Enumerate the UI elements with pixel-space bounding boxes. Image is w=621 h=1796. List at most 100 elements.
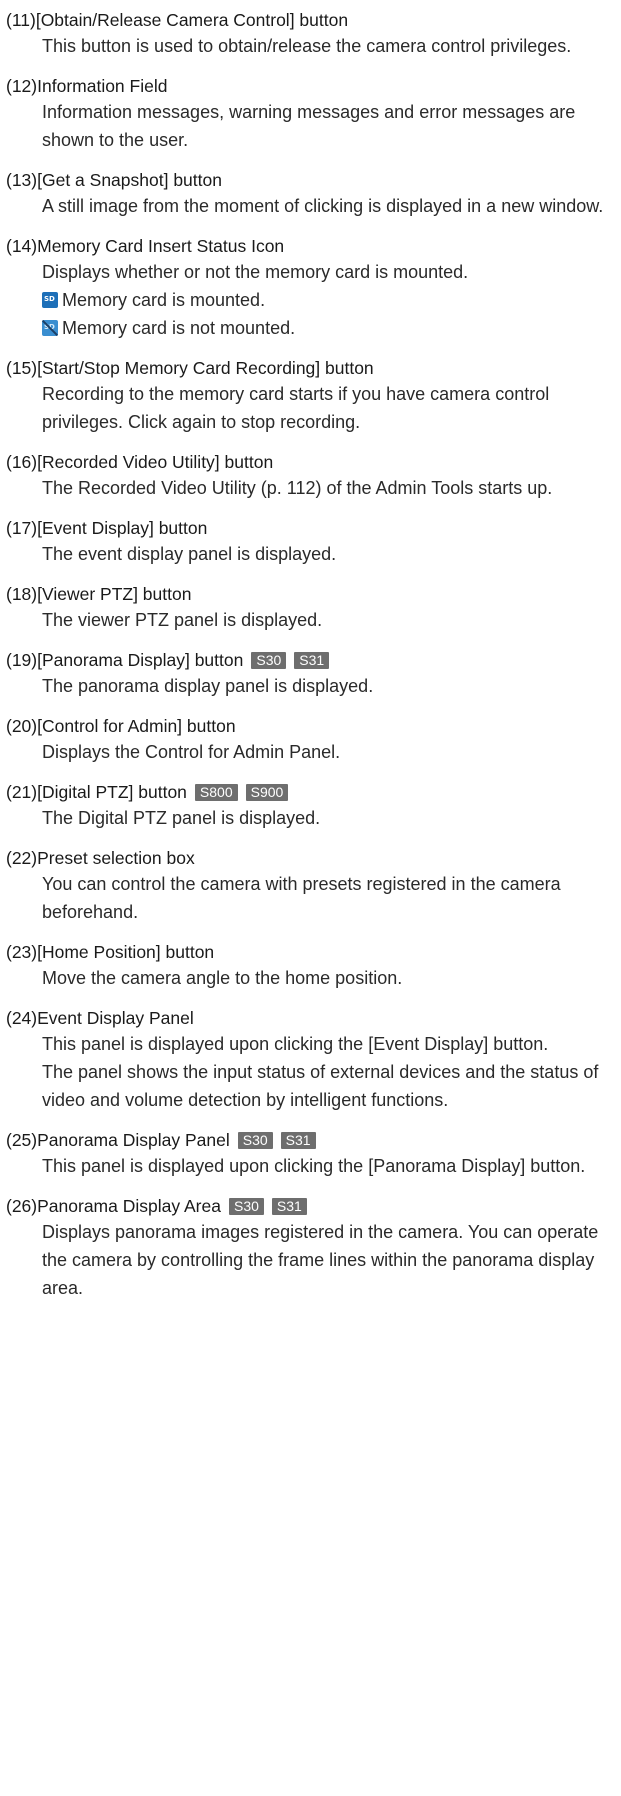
item-heading: (18)[Viewer PTZ] button bbox=[6, 582, 621, 606]
model-badge: S31 bbox=[280, 1132, 316, 1149]
model-tags: S800 S900 bbox=[187, 782, 289, 802]
item-title: [Digital PTZ] button bbox=[37, 782, 187, 802]
description-text: This panel is displayed upon clicking th… bbox=[42, 1034, 549, 1054]
item-title: [Control for Admin] button bbox=[37, 716, 236, 736]
description-text: The Digital PTZ panel is displayed. bbox=[42, 808, 321, 828]
model-badge: S30 bbox=[228, 1198, 264, 1215]
item-entry: (11)[Obtain/Release Camera Control] butt… bbox=[6, 8, 621, 60]
description-text: The panorama display panel is displayed. bbox=[42, 676, 374, 696]
item-description: The Recorded Video Utility (p. 112) of t… bbox=[42, 474, 621, 502]
item-entry: (21)[Digital PTZ] button S800 S900 The Digi… bbox=[6, 780, 621, 832]
icon-legend-text: Memory card is not mounted. bbox=[62, 318, 296, 338]
item-number: (14) bbox=[6, 236, 38, 256]
item-number: (15) bbox=[6, 358, 38, 378]
icon-legend-text: Memory card is mounted. bbox=[62, 290, 266, 310]
item-heading: (14)Memory Card Insert Status Icon bbox=[6, 234, 621, 258]
item-number: (26) bbox=[6, 1196, 38, 1216]
item-title: Preset selection box bbox=[37, 848, 195, 868]
item-description: Recording to the memory card starts if y… bbox=[42, 380, 621, 436]
item-number: (13) bbox=[6, 170, 38, 190]
item-title: [Get a Snapshot] button bbox=[37, 170, 222, 190]
item-title: Information Field bbox=[37, 76, 168, 96]
description-text: Recording to the memory card starts if y… bbox=[42, 384, 550, 432]
item-description: The viewer PTZ panel is displayed. bbox=[42, 606, 621, 634]
item-heading: (16)[Recorded Video Utility] button bbox=[6, 450, 621, 474]
item-heading: (17)[Event Display] button bbox=[6, 516, 621, 540]
item-number: (21) bbox=[6, 782, 38, 802]
item-entry: (19)[Panorama Display] button S30 S31 The p… bbox=[6, 648, 621, 700]
sd-card-mounted-icon bbox=[42, 292, 58, 308]
model-badge: S900 bbox=[245, 784, 289, 801]
item-description: Displays the Control for Admin Panel. bbox=[42, 738, 621, 766]
item-description: Move the camera angle to the home positi… bbox=[42, 964, 621, 992]
description-text: Displays panorama images registered in t… bbox=[42, 1222, 599, 1298]
item-heading: (12)Information Field bbox=[6, 74, 621, 98]
item-heading: (19)[Panorama Display] button S30 S31 bbox=[6, 648, 621, 672]
item-number: (18) bbox=[6, 584, 38, 604]
item-number: (17) bbox=[6, 518, 38, 538]
item-title: [Obtain/Release Camera Control] button bbox=[35, 10, 349, 30]
item-heading: (26)Panorama Display Area S30 S31 bbox=[6, 1194, 621, 1218]
item-heading: (15)[Start/Stop Memory Card Recording] b… bbox=[6, 356, 621, 380]
item-entry: (26)Panorama Display Area S30 S31 Displays … bbox=[6, 1194, 621, 1302]
item-number: (16) bbox=[6, 452, 38, 472]
item-heading: (23)[Home Position] button bbox=[6, 940, 621, 964]
item-entry: (16)[Recorded Video Utility] button The R… bbox=[6, 450, 621, 502]
item-description: The event display panel is displayed. bbox=[42, 540, 621, 568]
model-badge: S30 bbox=[237, 1132, 273, 1149]
description-text: Displays whether or not the memory card … bbox=[42, 262, 469, 282]
item-title: Panorama Display Panel bbox=[37, 1130, 230, 1150]
item-title: [Start/Stop Memory Card Recording] butto… bbox=[37, 358, 374, 378]
item-entry: (12)Information Field Information message… bbox=[6, 74, 621, 154]
description-text: This panel is displayed upon clicking th… bbox=[42, 1156, 586, 1176]
description-text: Displays the Control for Admin Panel. bbox=[42, 742, 341, 762]
item-description: This panel is displayed upon clicking th… bbox=[42, 1030, 621, 1114]
item-title: [Home Position] button bbox=[37, 942, 215, 962]
item-description: This button is used to obtain/release th… bbox=[42, 32, 621, 60]
icon-legend-line: Memory card is not mounted. bbox=[42, 314, 621, 342]
item-entry: (17)[Event Display] button The event disp… bbox=[6, 516, 621, 568]
description-text: Move the camera angle to the home positi… bbox=[42, 968, 403, 988]
item-number: (24) bbox=[6, 1008, 38, 1028]
item-title: Panorama Display Area bbox=[37, 1196, 221, 1216]
item-heading: (24)Event Display Panel bbox=[6, 1006, 621, 1030]
item-number: (23) bbox=[6, 942, 38, 962]
model-tags: S30 S31 bbox=[243, 650, 330, 670]
model-badge: S31 bbox=[294, 652, 330, 669]
item-number: (25) bbox=[6, 1130, 38, 1150]
item-entry: (13)[Get a Snapshot] button A still image… bbox=[6, 168, 621, 220]
item-number: (19) bbox=[6, 650, 38, 670]
item-title: Event Display Panel bbox=[37, 1008, 194, 1028]
description-text: The viewer PTZ panel is displayed. bbox=[42, 610, 323, 630]
item-entry: (25)Panorama Display Panel S30 S31 This pan… bbox=[6, 1128, 621, 1180]
item-heading: (22)Preset selection box bbox=[6, 846, 621, 870]
item-description: A still image from the moment of clickin… bbox=[42, 192, 621, 220]
description-text: You can control the camera with presets … bbox=[42, 874, 561, 922]
description-text: This button is used to obtain/release th… bbox=[42, 36, 572, 56]
item-description: Information messages, warning messages a… bbox=[42, 98, 621, 154]
item-title: [Viewer PTZ] button bbox=[37, 584, 192, 604]
description-text: The event display panel is displayed. bbox=[42, 544, 337, 564]
item-entry: (24)Event Display Panel This panel is dis… bbox=[6, 1006, 621, 1114]
description-text: The panel shows the input status of exte… bbox=[42, 1062, 599, 1110]
item-title: [Panorama Display] button bbox=[37, 650, 244, 670]
item-entry: (15)[Start/Stop Memory Card Recording] b… bbox=[6, 356, 621, 436]
model-tags: S30 S31 bbox=[230, 1130, 316, 1150]
description-text: A still image from the moment of clickin… bbox=[42, 196, 604, 216]
sd-card-not-mounted-icon bbox=[42, 320, 58, 336]
manual-page: (11)[Obtain/Release Camera Control] butt… bbox=[0, 0, 621, 1302]
item-number: (11) bbox=[6, 10, 36, 30]
item-heading: (13)[Get a Snapshot] button bbox=[6, 168, 621, 192]
item-description: You can control the camera with presets … bbox=[42, 870, 621, 926]
description-text: The Recorded Video Utility (p. 112) of t… bbox=[42, 478, 553, 498]
model-badge: S30 bbox=[251, 652, 287, 669]
item-entry: (18)[Viewer PTZ] button The viewer PTZ pa… bbox=[6, 582, 621, 634]
item-description: The Digital PTZ panel is displayed. bbox=[42, 804, 621, 832]
model-badge: S31 bbox=[271, 1198, 307, 1215]
item-entry: (22)Preset selection box You can control … bbox=[6, 846, 621, 926]
description-text: Information messages, warning messages a… bbox=[42, 102, 576, 150]
item-entry: (23)[Home Position] button Move the camer… bbox=[6, 940, 621, 992]
item-heading: (20)[Control for Admin] button bbox=[6, 714, 621, 738]
item-entry: (20)[Control for Admin] button Displays t… bbox=[6, 714, 621, 766]
item-heading: (11)[Obtain/Release Camera Control] butt… bbox=[6, 8, 621, 32]
